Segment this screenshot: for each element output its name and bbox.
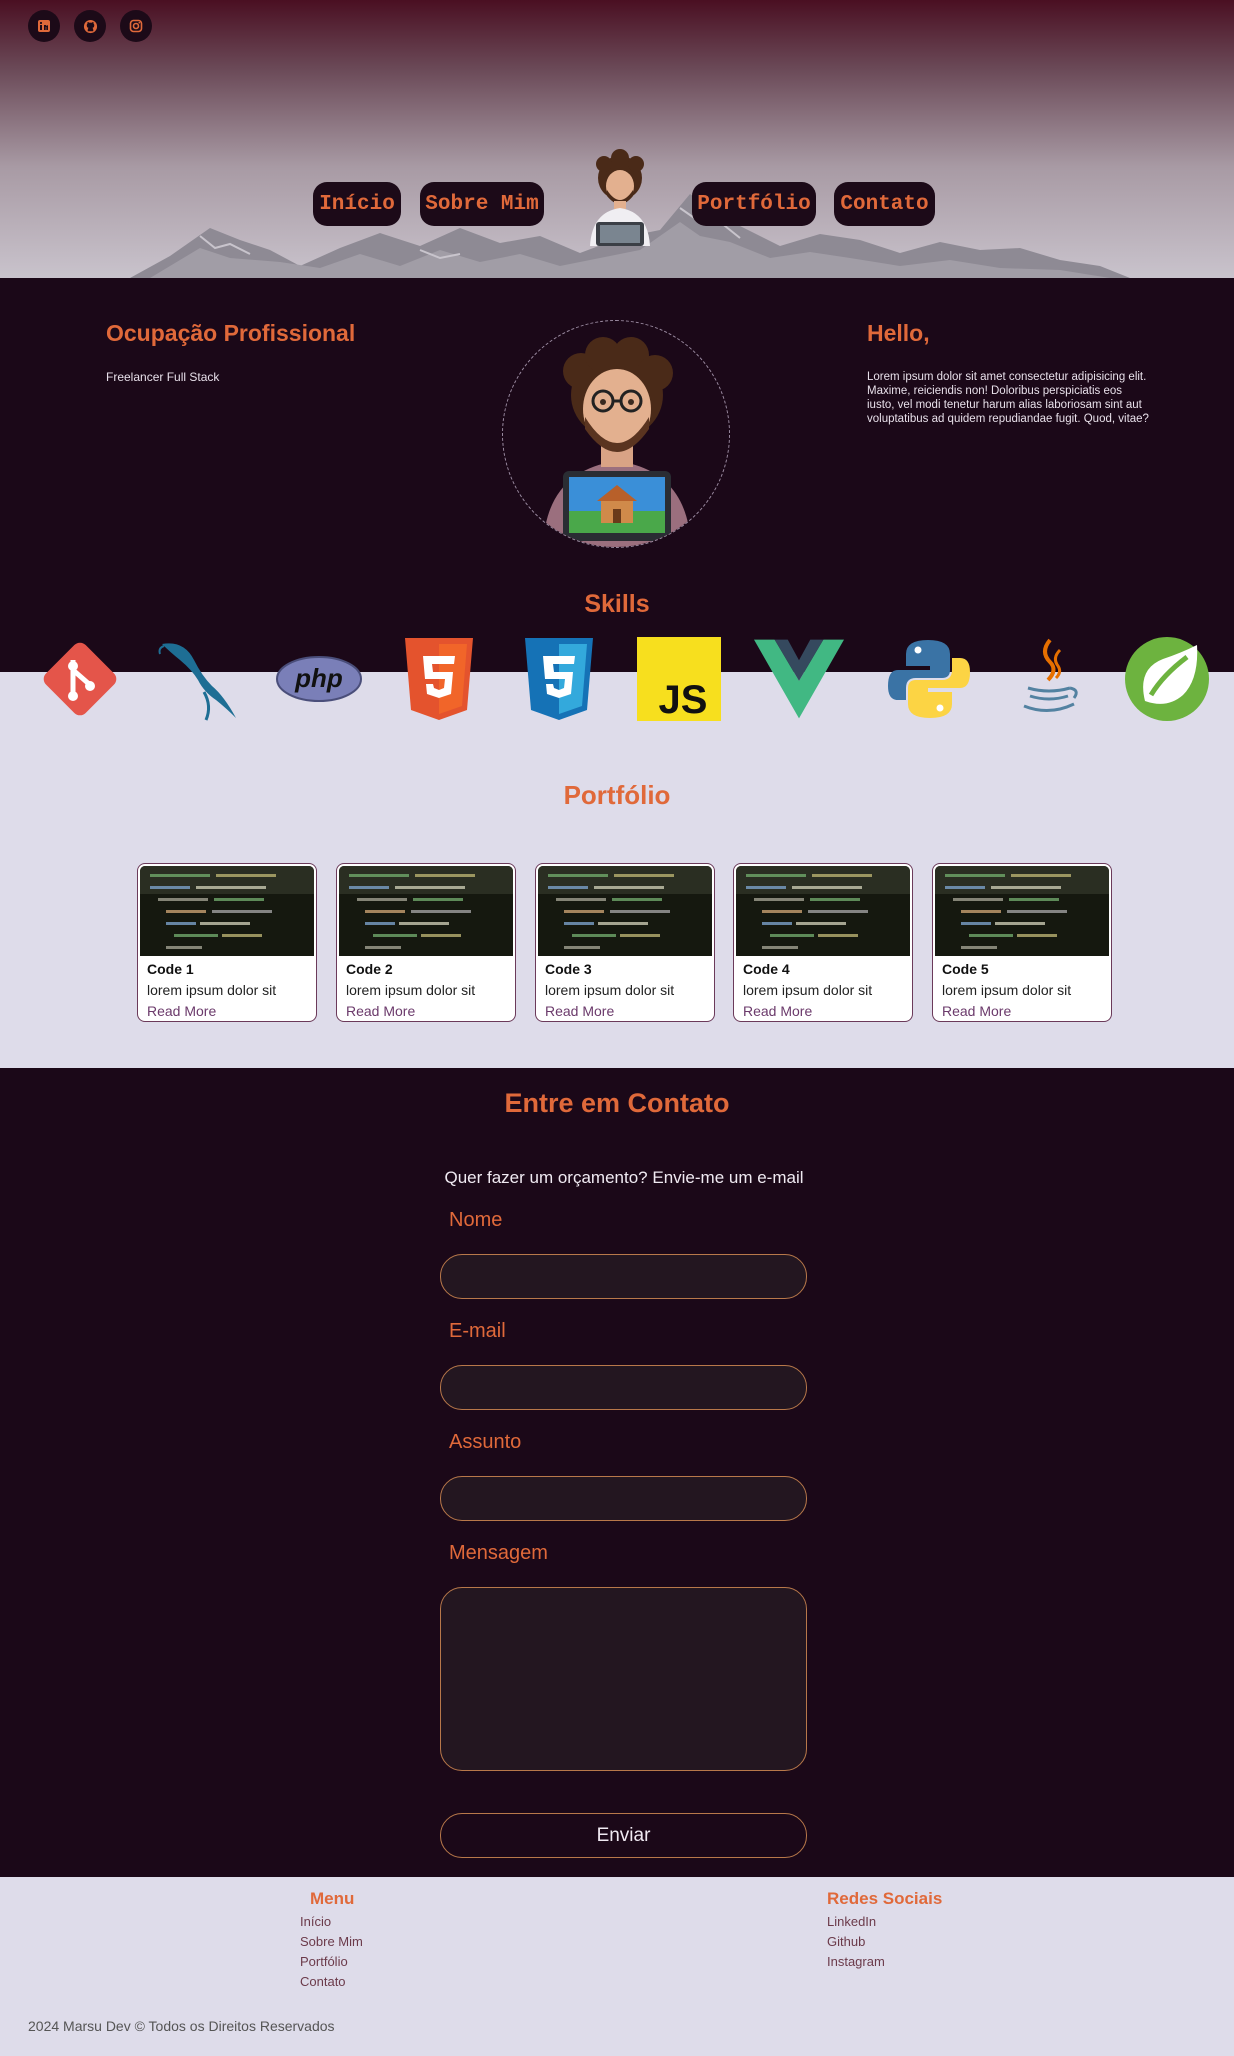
- footer-menu-title: Menu: [310, 1889, 355, 1908]
- name-label: Nome: [449, 1209, 503, 1231]
- portfolio-card[interactable]: Code 2 lorem ipsum dolor sit Read More: [336, 863, 516, 1022]
- python-icon: [884, 634, 974, 724]
- card-title: Code 1: [147, 961, 194, 977]
- email-field[interactable]: [440, 1365, 807, 1410]
- portfolio-card[interactable]: Code 3 lorem ipsum dolor sit Read More: [535, 863, 715, 1022]
- message-label: Mensagem: [449, 1542, 548, 1564]
- nav-portfolio[interactable]: Portfólio: [692, 182, 816, 226]
- contact-section: Entre em Contato Quer fazer um orçamento…: [0, 1068, 1234, 1877]
- card-title: Code 3: [545, 961, 592, 977]
- php-icon: php: [274, 634, 364, 724]
- code-thumbnail: [140, 866, 314, 956]
- message-field[interactable]: [440, 1587, 807, 1771]
- card-description: lorem ipsum dolor sit: [942, 982, 1072, 998]
- contact-title: Entre em Contato: [504, 1088, 730, 1118]
- js-logo-text: JS: [659, 678, 708, 721]
- vue-icon: [754, 634, 844, 724]
- nav-inicio[interactable]: Início: [313, 182, 401, 226]
- card-description: lorem ipsum dolor sit: [743, 982, 873, 998]
- skills-title: Skills: [584, 590, 650, 618]
- card-title: Code 2: [346, 961, 393, 977]
- hello-text: Lorem ipsum dolor sit amet consectetur a…: [867, 371, 1149, 425]
- footer: Menu Início Sobre Mim Portfólio Contato …: [0, 1877, 1234, 2056]
- social-links: [28, 10, 152, 42]
- contact-subtitle: Quer fazer um orçamento? Envie-me um e-m…: [444, 1168, 804, 1187]
- submit-button[interactable]: Enviar: [440, 1813, 807, 1858]
- read-more-link[interactable]: Read More: [147, 1003, 216, 1019]
- hero-header: Início Sobre Mim Portfólio Contato: [0, 0, 1234, 278]
- html5-icon: [394, 634, 484, 724]
- javascript-icon: JS: [634, 634, 724, 724]
- github-icon[interactable]: [74, 10, 106, 42]
- git-icon: [35, 634, 125, 724]
- nav-sobre-mim[interactable]: Sobre Mim: [420, 182, 544, 226]
- email-label: E-mail: [449, 1320, 506, 1342]
- instagram-icon[interactable]: [120, 10, 152, 42]
- name-field[interactable]: [440, 1254, 807, 1299]
- copyright-text: 2024 Marsu Dev © Todos os Direitos Reser…: [28, 2018, 335, 2034]
- occupation-title: Ocupação Profissional: [106, 320, 356, 346]
- code-thumbnail: [339, 866, 513, 956]
- php-logo-text: php: [294, 663, 343, 693]
- code-thumbnail: [935, 866, 1109, 956]
- card-description: lorem ipsum dolor sit: [346, 982, 476, 998]
- portfolio-card[interactable]: Code 5 lorem ipsum dolor sit Read More: [932, 863, 1112, 1022]
- code-thumbnail: [538, 866, 712, 956]
- footer-link-contato[interactable]: Contato: [300, 1974, 346, 1989]
- portfolio-card[interactable]: Code 4 lorem ipsum dolor sit Read More: [733, 863, 913, 1022]
- footer-social-title: Redes Sociais: [827, 1889, 943, 1908]
- subject-label: Assunto: [449, 1431, 522, 1453]
- linkedin-icon[interactable]: [28, 10, 60, 42]
- portfolio-card[interactable]: Code 1 lorem ipsum dolor sit Read More: [137, 863, 317, 1022]
- profile-portrait: [502, 320, 730, 548]
- card-description: lorem ipsum dolor sit: [545, 982, 675, 998]
- avatar: [590, 149, 650, 246]
- spring-icon: [1122, 634, 1212, 724]
- read-more-link[interactable]: Read More: [942, 1003, 1011, 1019]
- read-more-link[interactable]: Read More: [545, 1003, 614, 1019]
- footer-link-github[interactable]: Github: [827, 1934, 865, 1949]
- footer-link-instagram[interactable]: Instagram: [827, 1954, 885, 1969]
- mysql-icon: [154, 634, 244, 724]
- about-section: Ocupação Profissional Freelancer Full St…: [0, 278, 1234, 672]
- java-icon: [1004, 634, 1094, 724]
- nav-contato[interactable]: Contato: [834, 182, 935, 226]
- code-thumbnail: [736, 866, 910, 956]
- card-title: Code 4: [743, 961, 790, 977]
- footer-link-inicio[interactable]: Início: [300, 1914, 331, 1929]
- card-title: Code 5: [942, 961, 989, 977]
- footer-link-linkedin[interactable]: LinkedIn: [827, 1914, 876, 1929]
- subject-field[interactable]: [440, 1476, 807, 1521]
- card-description: lorem ipsum dolor sit: [147, 982, 277, 998]
- footer-link-sobre-mim[interactable]: Sobre Mim: [300, 1934, 363, 1949]
- css3-icon: [514, 634, 604, 724]
- read-more-link[interactable]: Read More: [743, 1003, 812, 1019]
- portfolio-title: Portfólio: [563, 780, 671, 810]
- hello-title: Hello,: [867, 320, 930, 346]
- occupation-text: Freelancer Full Stack: [106, 370, 220, 384]
- footer-link-portfolio[interactable]: Portfólio: [300, 1954, 348, 1969]
- read-more-link[interactable]: Read More: [346, 1003, 415, 1019]
